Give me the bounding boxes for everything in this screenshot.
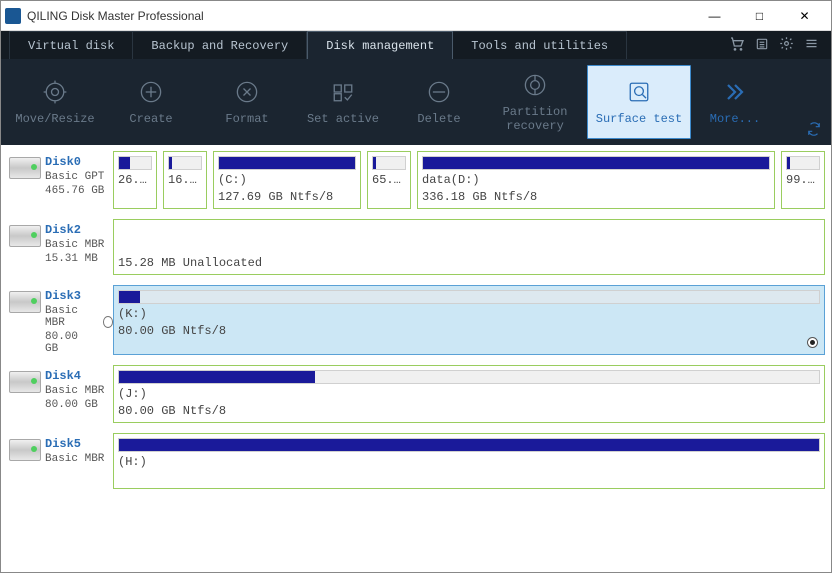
set-active-icon xyxy=(329,78,357,106)
partition[interactable]: (H:) xyxy=(113,433,825,489)
surface-test-icon xyxy=(625,78,653,106)
minimize-button[interactable]: — xyxy=(692,2,737,30)
title-bar: QILING Disk Master Professional — □ ✕ xyxy=(1,1,831,31)
disk-icon xyxy=(9,291,41,313)
disk-label[interactable]: Disk0 Basic GPT 465.76 GB xyxy=(7,151,113,209)
tab-virtual-disk[interactable]: Virtual disk xyxy=(9,31,133,59)
disk-row: Disk5 Basic MBR (H:) xyxy=(7,433,825,489)
disk-content: Disk0 Basic GPT 465.76 GB 26... 16... (C… xyxy=(1,145,831,572)
disk-name: Disk4 xyxy=(45,369,104,383)
disk-radio[interactable] xyxy=(103,316,113,328)
partition[interactable]: (J:) 80.00 GB Ntfs/8 xyxy=(113,365,825,423)
partition[interactable]: 99... xyxy=(781,151,825,209)
disk-row: Disk4 Basic MBR 80.00 GB (J:) 80.00 GB N… xyxy=(7,365,825,423)
disk-name: Disk3 xyxy=(45,289,95,303)
tab-tools-utilities[interactable]: Tools and utilities xyxy=(453,31,627,59)
app-icon xyxy=(5,8,21,24)
partition[interactable]: 65... xyxy=(367,151,411,209)
partition-selected[interactable]: (K:) 80.00 GB Ntfs/8 xyxy=(113,285,825,355)
toolbar: Move/Resize Create Format Set active Del… xyxy=(1,59,831,145)
more-button[interactable]: More... xyxy=(695,59,775,145)
delete-icon xyxy=(425,78,453,106)
main-tabbar: Virtual disk Backup and Recovery Disk ma… xyxy=(1,31,831,59)
partition[interactable]: (C:) 127.69 GB Ntfs/8 xyxy=(213,151,361,209)
disk-label[interactable]: Disk3 Basic MBR 80.00 GB xyxy=(7,285,113,355)
surface-test-button[interactable]: Surface test xyxy=(587,65,691,139)
format-button[interactable]: Format xyxy=(199,59,295,145)
move-resize-button[interactable]: Move/Resize xyxy=(7,59,103,145)
menu-icon[interactable] xyxy=(804,36,819,54)
tab-disk-management[interactable]: Disk management xyxy=(307,31,453,59)
partition[interactable]: data(D:) 336.18 GB Ntfs/8 xyxy=(417,151,775,209)
move-resize-icon xyxy=(41,78,69,106)
disk-row: Disk3 Basic MBR 80.00 GB (K:) 80.00 GB N… xyxy=(7,285,825,355)
disk-icon xyxy=(9,371,41,393)
gear-icon[interactable] xyxy=(779,36,794,54)
disk-row: Disk2 Basic MBR 15.31 MB 15.28 MB Unallo… xyxy=(7,219,825,275)
maximize-button[interactable]: □ xyxy=(737,2,782,30)
tab-backup-recovery[interactable]: Backup and Recovery xyxy=(133,31,307,59)
create-button[interactable]: Create xyxy=(103,59,199,145)
partition[interactable]: 26... xyxy=(113,151,157,209)
partition[interactable]: 16... xyxy=(163,151,207,209)
set-active-button[interactable]: Set active xyxy=(295,59,391,145)
disk-icon xyxy=(9,157,41,179)
delete-button[interactable]: Delete xyxy=(391,59,487,145)
window-title: QILING Disk Master Professional xyxy=(27,9,692,23)
disk-icon xyxy=(9,225,41,247)
disk-name: Disk2 xyxy=(45,223,104,237)
partition-unallocated[interactable]: 15.28 MB Unallocated xyxy=(113,219,825,275)
disk-label[interactable]: Disk5 Basic MBR xyxy=(7,433,113,489)
disk-row: Disk0 Basic GPT 465.76 GB 26... 16... (C… xyxy=(7,151,825,209)
sync-icon[interactable] xyxy=(807,122,821,139)
disk-name: Disk5 xyxy=(45,437,104,451)
more-icon xyxy=(721,78,749,106)
disk-label[interactable]: Disk4 Basic MBR 80.00 GB xyxy=(7,365,113,423)
list-icon[interactable] xyxy=(755,37,769,54)
partition-recovery-button[interactable]: Partition recovery xyxy=(487,59,583,145)
format-icon xyxy=(233,78,261,106)
create-icon xyxy=(137,78,165,106)
partition-radio[interactable] xyxy=(807,337,818,348)
close-button[interactable]: ✕ xyxy=(782,2,827,30)
disk-label[interactable]: Disk2 Basic MBR 15.31 MB xyxy=(7,219,113,275)
partition-recovery-icon xyxy=(521,71,549,99)
disk-icon xyxy=(9,439,41,461)
cart-icon[interactable] xyxy=(729,36,745,55)
disk-name: Disk0 xyxy=(45,155,104,169)
